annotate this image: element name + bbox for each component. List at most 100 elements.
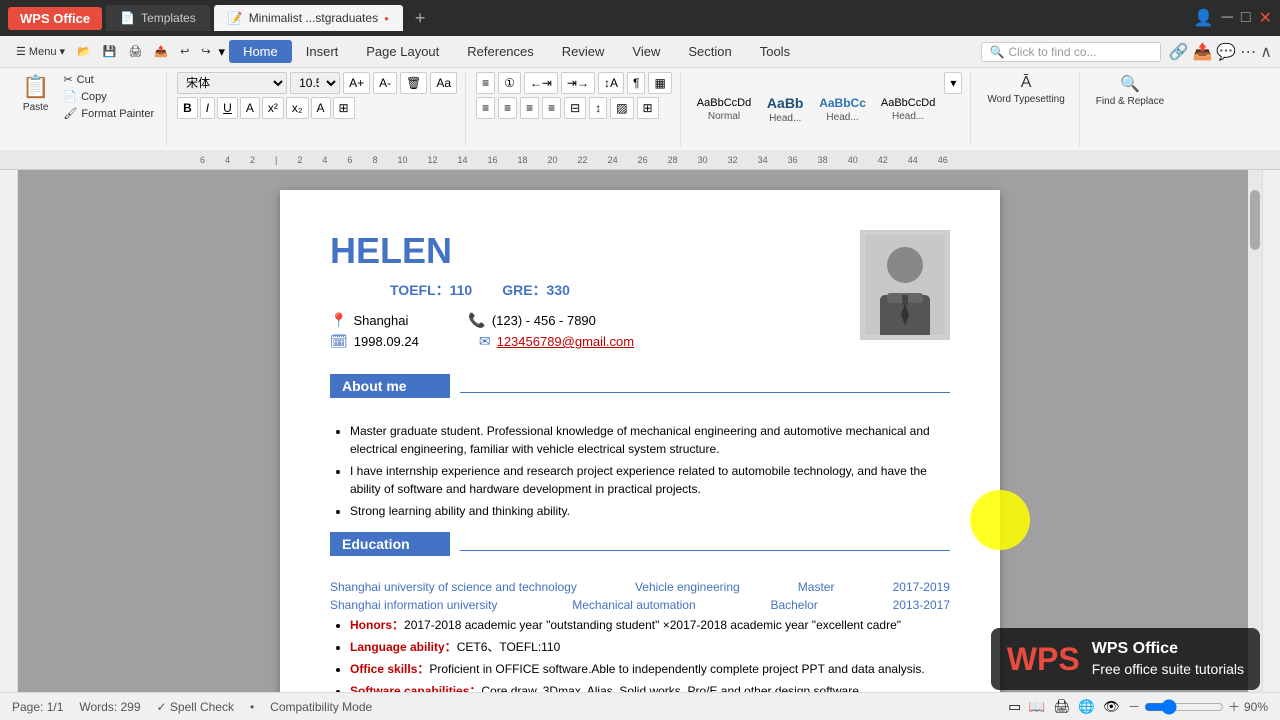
format-painter-button[interactable]: 🖌 Format Painter	[59, 106, 158, 121]
underline-button[interactable]: U	[217, 97, 238, 119]
vertical-scrollbar[interactable]	[1248, 170, 1262, 692]
copy-button[interactable]: 📄 Copy	[59, 89, 158, 104]
styles-expand-button[interactable]: ▾	[944, 72, 962, 94]
tab-insert[interactable]: Insert	[292, 40, 353, 63]
ruler-marks: 642|246810121416182022242628303234363840…	[200, 155, 948, 165]
ruler: 642|246810121416182022242628303234363840…	[0, 150, 1280, 170]
view-focus-button[interactable]: 👁	[1103, 699, 1120, 715]
collaboration-button[interactable]: 💬	[1216, 42, 1236, 62]
ribbon-search[interactable]: 🔍 Click to find co...	[981, 42, 1161, 62]
wps-academy-text: WPS Office Free office suite tutorials	[1092, 638, 1244, 680]
wps-office-button[interactable]: WPS Office	[8, 7, 102, 30]
justify-button[interactable]: ≡	[542, 97, 561, 119]
undo-button[interactable]: ↩	[176, 44, 193, 59]
document-scroll[interactable]: HELEN TOEFL：110 GRE：330 📍 Shanghai 📞 (12…	[18, 170, 1262, 692]
view-normal-button[interactable]: ▭	[1008, 699, 1021, 715]
more-button[interactable]: ⋯	[1240, 42, 1256, 62]
tab-page-layout[interactable]: Page Layout	[352, 40, 453, 63]
templates-tab[interactable]: 📄 Templates	[106, 5, 210, 31]
edu-row-2: Shanghai information university Mechanic…	[330, 598, 950, 612]
borders-button[interactable]: ⊞	[637, 97, 659, 119]
style-heading2[interactable]: AaBbCc Head...	[813, 93, 872, 125]
spell-check[interactable]: ✓ Spell Check	[157, 700, 234, 714]
open-button[interactable]: 📂	[73, 44, 95, 59]
style-heading1[interactable]: AaBb Head...	[760, 92, 810, 127]
close-button[interactable]: ✕	[1259, 8, 1272, 28]
increase-font-button[interactable]: A+	[343, 72, 370, 94]
redo-button[interactable]: ↪	[197, 44, 214, 59]
menu-button[interactable]: ☰ Menu ▾	[12, 44, 69, 59]
align-left-button[interactable]: ≡	[476, 97, 495, 119]
align-center-button[interactable]: ≡	[498, 97, 517, 119]
decrease-indent-button[interactable]: ←⇥	[524, 72, 558, 94]
clear-format-button[interactable]: 🗑	[400, 72, 427, 94]
subscript-button[interactable]: x₂	[286, 97, 309, 119]
paragraph-group: ≡ ① ←⇥ ⇥→ ↕A ¶ ▦ ≡ ≡ ≡ ≡ ⊟ ↕ ▨ ⊞	[468, 72, 681, 146]
export-button[interactable]: 📤	[150, 44, 172, 59]
view-web-button[interactable]: 🌐	[1078, 699, 1095, 715]
superscript-button[interactable]: x²	[262, 97, 284, 119]
tab-references[interactable]: References	[453, 40, 547, 63]
italic-button[interactable]: I	[200, 97, 215, 119]
tab-home[interactable]: Home	[229, 40, 292, 63]
maximize-button[interactable]: □	[1241, 9, 1251, 27]
bold-button[interactable]: B	[177, 97, 198, 119]
export-pdf-button[interactable]: 📤	[1192, 42, 1212, 62]
tab-view[interactable]: View	[618, 40, 674, 63]
word-typesetting-button[interactable]: Ā Word Typesetting	[981, 72, 1070, 107]
font-size-select[interactable]: 10.5	[290, 72, 340, 94]
cv-dob: 🗓 1998.09.24	[330, 333, 419, 350]
tab-section[interactable]: Section	[674, 40, 745, 63]
tab-review[interactable]: Review	[548, 40, 619, 63]
styles-items: AaBbCcDd Normal AaBb Head... AaBbCc Head…	[691, 72, 963, 146]
show-marks-button[interactable]: ¶	[627, 72, 645, 94]
font-family-select[interactable]: 宋体	[177, 72, 287, 94]
increase-indent-button[interactable]: ⇥→	[561, 72, 595, 94]
user-avatar-icon[interactable]: 👤	[1194, 8, 1214, 28]
line-spacing-button[interactable]: ↕	[589, 97, 607, 119]
highlight-button[interactable]: A	[311, 97, 331, 119]
columns-layout-button[interactable]: ⊟	[564, 97, 586, 119]
collapse-ribbon-button[interactable]: ∧	[1260, 42, 1272, 62]
change-case-button[interactable]: Aa	[430, 72, 457, 94]
zoom-in-button[interactable]: ＋	[1228, 698, 1240, 715]
decrease-font-button[interactable]: A-	[373, 72, 397, 94]
sort-button[interactable]: ↕A	[598, 72, 624, 94]
cut-button[interactable]: ✂ Cut	[59, 72, 158, 87]
style-normal[interactable]: AaBbCcDd Normal	[691, 94, 757, 124]
save-button[interactable]: 💾	[99, 44, 121, 59]
border-button[interactable]: ⊞	[333, 97, 355, 119]
view-print-button[interactable]: 🖨	[1053, 699, 1070, 715]
zoom-out-button[interactable]: －	[1128, 698, 1140, 715]
wps-academy-banner: WPS WPS Office Free office suite tutoria…	[991, 628, 1260, 690]
style-heading3[interactable]: AaBbCcDd Head...	[875, 94, 941, 124]
align-right-button[interactable]: ≡	[520, 97, 539, 119]
share-button[interactable]: 🔗	[1169, 42, 1189, 62]
cursor-highlight	[970, 490, 1030, 550]
paste-button[interactable]: 📋 Paste	[16, 72, 55, 115]
about-me-section: About me	[330, 374, 950, 410]
doc-tab[interactable]: 📝 Minimalist ...stgraduates ●	[214, 5, 403, 31]
cv-email-text: 123456789@gmail.com	[497, 334, 635, 349]
clipboard-group: 📋 Paste ✂ Cut 📄 Copy 🖌 Format Painter	[8, 72, 167, 146]
add-tab-button[interactable]: +	[407, 8, 434, 29]
view-read-button[interactable]: 📖	[1029, 699, 1046, 715]
paragraph-controls: ≡ ① ←⇥ ⇥→ ↕A ¶ ▦ ≡ ≡ ≡ ≡ ⊟ ↕ ▨ ⊞	[476, 72, 672, 146]
shading-button[interactable]: ▨	[610, 97, 633, 119]
scrollbar-thumb[interactable]	[1250, 190, 1260, 250]
numbered-list-button[interactable]: ①	[498, 72, 521, 94]
zoom-slider[interactable]	[1144, 699, 1224, 715]
wps-academy-logo: WPS	[1007, 641, 1080, 678]
quick-access-toolbar: ☰ Menu ▾ 📂 💾 🖨 📤 ↩ ↪ ▾	[8, 42, 229, 62]
find-replace-button[interactable]: 🔍 Find & Replace	[1090, 72, 1170, 109]
font-color-button[interactable]: A	[240, 97, 260, 119]
tab-tools[interactable]: Tools	[746, 40, 804, 63]
email-icon: ✉	[479, 333, 491, 350]
bullet-list-button[interactable]: ≡	[476, 72, 495, 94]
minimize-button[interactable]: ─	[1222, 9, 1233, 27]
edu-row-1: Shanghai university of science and techn…	[330, 580, 950, 594]
edu-bullet-4: Software capabilities：Core draw, 3Dmax, …	[350, 682, 950, 692]
cv-dob-text: 1998.09.24	[354, 334, 419, 349]
print-button[interactable]: 🖨	[124, 44, 146, 59]
columns-button[interactable]: ▦	[648, 72, 671, 94]
